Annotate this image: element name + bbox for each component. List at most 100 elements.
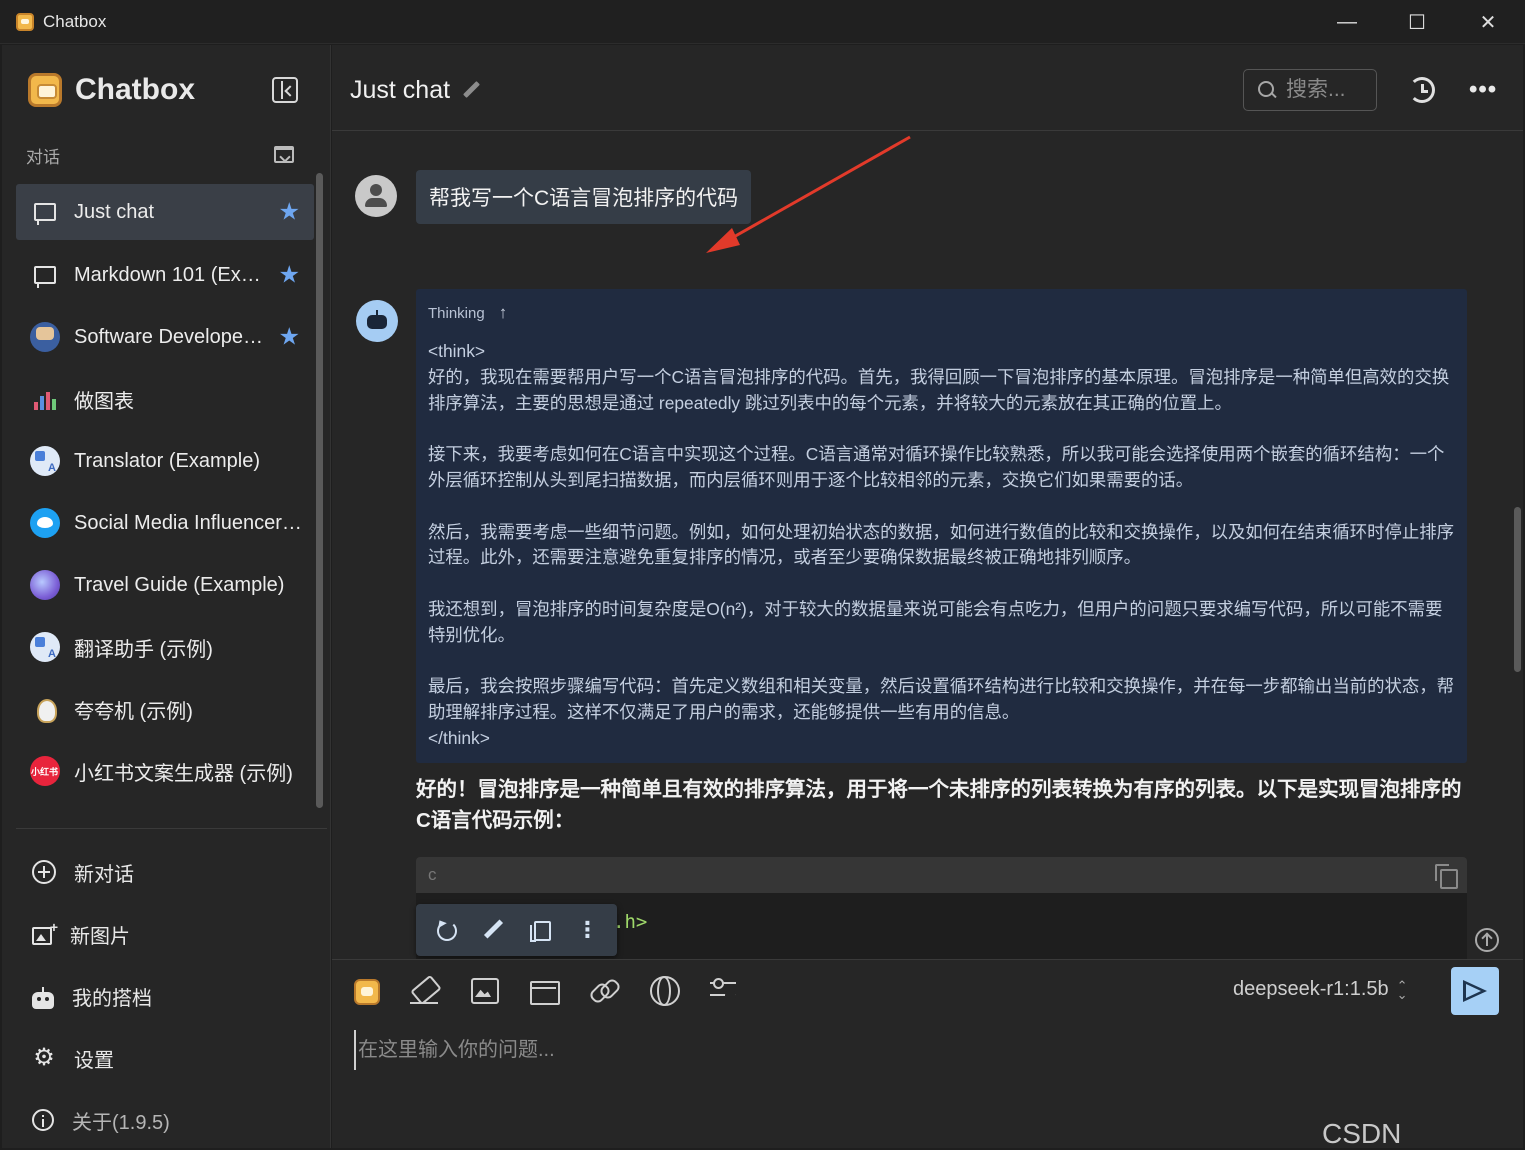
scroll-to-top-icon[interactable]: [1475, 928, 1499, 952]
chat-item-translator[interactable]: Translator (Example): [16, 430, 314, 492]
chat-header: Just chat •••: [332, 45, 1523, 131]
chat-item-label: Translator (Example): [74, 449, 260, 472]
edit-title-pencil-icon[interactable]: [462, 81, 480, 99]
chat-item-chart[interactable]: 做图表: [16, 368, 314, 430]
sidebar-divider: [16, 828, 327, 829]
star-icon[interactable]: ★: [278, 323, 300, 352]
new-chat-button[interactable]: 新对话: [16, 841, 316, 903]
globe-icon[interactable]: [648, 974, 680, 1006]
send-button[interactable]: [1451, 967, 1499, 1015]
more-options-icon[interactable]: •••: [1469, 76, 1497, 104]
user-avatar: [355, 175, 397, 217]
more-vertical-icon[interactable]: ⋮: [575, 918, 599, 942]
chart-avatar-icon: [30, 384, 60, 414]
watermark: CSDN @Hi_Lyn: [1322, 1118, 1402, 1149]
star-icon[interactable]: ★: [278, 261, 300, 290]
chat-item-label: Social Media Influencer (Example): [74, 511, 306, 534]
chat-bubble-icon: [34, 266, 56, 288]
chat-item-translate-assistant[interactable]: 翻译助手 (示例): [16, 616, 314, 678]
image-plus-icon: [32, 919, 58, 945]
history-icon[interactable]: [1409, 77, 1435, 103]
copilot-logo-icon[interactable]: [354, 978, 380, 1005]
chat-item-travel-guide[interactable]: Travel Guide (Example): [16, 554, 314, 616]
user-message: 帮我写一个C语言冒泡排序的代码: [416, 170, 752, 224]
chat-item-label: 做图表: [74, 390, 134, 413]
archive-icon[interactable]: [274, 146, 294, 163]
copy-message-icon[interactable]: [528, 918, 552, 942]
thinking-text: <think> 好的，我现在需要帮用户写一个C语言冒泡排序的代码。首先，我得回顾…: [428, 341, 1455, 748]
window-titlebar: Chatbox — ☐ ✕: [0, 0, 1525, 44]
minimize-button[interactable]: —: [1312, 0, 1382, 44]
praise-avatar-icon: [30, 694, 60, 724]
chat-item-social-media[interactable]: Social Media Influencer (Example): [16, 492, 314, 554]
new-image-button[interactable]: 新图片: [16, 903, 316, 965]
collapse-thinking-icon[interactable]: ↑: [499, 303, 508, 323]
collapse-sidebar-icon[interactable]: [272, 77, 298, 103]
chat-item-software-developer[interactable]: Software Developer (Example) ★: [16, 306, 314, 368]
chatbox-logo-icon: [28, 73, 62, 107]
about-button[interactable]: 关于(1.9.5): [16, 1089, 316, 1150]
info-icon: [32, 1109, 54, 1131]
chat-item-label: 小红书文案生成器 (示例): [74, 762, 293, 785]
folder-icon[interactable]: [528, 974, 560, 1006]
thinking-label: Thinking: [428, 304, 485, 322]
xiaohongshu-avatar-icon: [30, 756, 60, 786]
sidebar-scrollbar[interactable]: [316, 173, 323, 808]
translator-avatar-icon: [30, 446, 60, 476]
twitter-avatar-icon: [30, 508, 60, 538]
chat-item-label: Markdown 101 (Example): [74, 263, 266, 286]
message-list: 帮我写一个C语言冒泡排序的代码 Thinking ↑ <think> 好的，我现…: [332, 132, 1523, 959]
chat-title: Just chat: [350, 76, 451, 104]
chat-item-markdown[interactable]: Markdown 101 (Example) ★: [16, 244, 314, 306]
chat-list: Just chat ★ Markdown 101 (Example) ★ Sof…: [16, 184, 314, 802]
window-title: Chatbox: [43, 11, 107, 31]
sidebar: Chatbox 对话 Just chat ★ Markdown 101 (Exa…: [2, 45, 331, 1148]
assistant-answer: 好的！冒泡排序是一种简单且有效的排序算法，用于将一个未排序的列表转换为有序的列表…: [416, 778, 1462, 832]
search-input[interactable]: [1286, 78, 1376, 102]
assistant-avatar: [356, 300, 398, 342]
chat-item-just-chat[interactable]: Just chat ★: [16, 184, 314, 240]
maximize-button[interactable]: ☐: [1382, 0, 1452, 44]
settings-label: 设置: [74, 1049, 114, 1072]
code-line: .h>: [613, 911, 648, 933]
star-icon[interactable]: ★: [278, 198, 300, 227]
input-toolbar: [354, 974, 768, 1006]
main-panel: Just chat ••• 帮我写一个C语言冒泡排序的代码 Thinking ↑…: [332, 45, 1523, 1149]
brand-name: Chatbox: [75, 73, 195, 106]
chat-item-praise-bot[interactable]: 夸夸机 (示例): [16, 678, 314, 740]
plus-circle-icon: [32, 860, 56, 884]
settings-sliders-icon[interactable]: [708, 974, 740, 1006]
search-icon: [1258, 81, 1274, 99]
my-copilots-label: 我的搭档: [72, 987, 152, 1010]
chat-item-label: Travel Guide (Example): [74, 573, 285, 596]
gear-icon: ⚙: [33, 1044, 55, 1071]
translator-avatar-icon: [30, 632, 60, 662]
input-area: deepseek-r1:1.5b ⌃⌄ CSDN @Hi_Lyn: [332, 959, 1523, 1149]
search-box[interactable]: [1243, 69, 1377, 111]
close-button[interactable]: ✕: [1453, 0, 1523, 44]
link-icon[interactable]: [588, 974, 620, 1006]
sidebar-menu: 新对话 新图片 我的搭档 ⚙ 设置 关于(1.9.5): [16, 841, 316, 1150]
chat-item-xiaohongshu[interactable]: 小红书文案生成器 (示例): [16, 740, 314, 802]
settings-button[interactable]: ⚙ 设置: [16, 1027, 316, 1089]
regenerate-icon[interactable]: [434, 918, 458, 942]
annotation-arrow: [706, 135, 911, 253]
copy-code-icon[interactable]: [1435, 864, 1458, 889]
my-copilots-button[interactable]: 我的搭档: [16, 965, 316, 1027]
prompt-input[interactable]: [354, 1030, 1494, 1070]
image-icon[interactable]: [468, 974, 500, 1006]
thinking-header[interactable]: Thinking ↑: [428, 303, 1455, 323]
chat-item-label: 夸夸机 (示例): [74, 700, 193, 723]
edit-message-icon[interactable]: [481, 918, 505, 942]
bot-icon: [32, 986, 54, 1009]
eraser-icon[interactable]: [408, 974, 440, 1006]
code-language-label: c: [428, 865, 437, 884]
brand: Chatbox: [28, 73, 195, 107]
chatbox-app-icon: [16, 12, 34, 31]
new-image-label: 新图片: [70, 925, 130, 948]
model-name: deepseek-r1:1.5b: [1233, 978, 1389, 1000]
developer-avatar-icon: [30, 322, 60, 352]
model-select[interactable]: deepseek-r1:1.5b ⌃ ⌄: [1233, 978, 1408, 1001]
message-scrollbar[interactable]: [1514, 507, 1521, 672]
message-action-toolbar: ⋮: [416, 904, 617, 956]
